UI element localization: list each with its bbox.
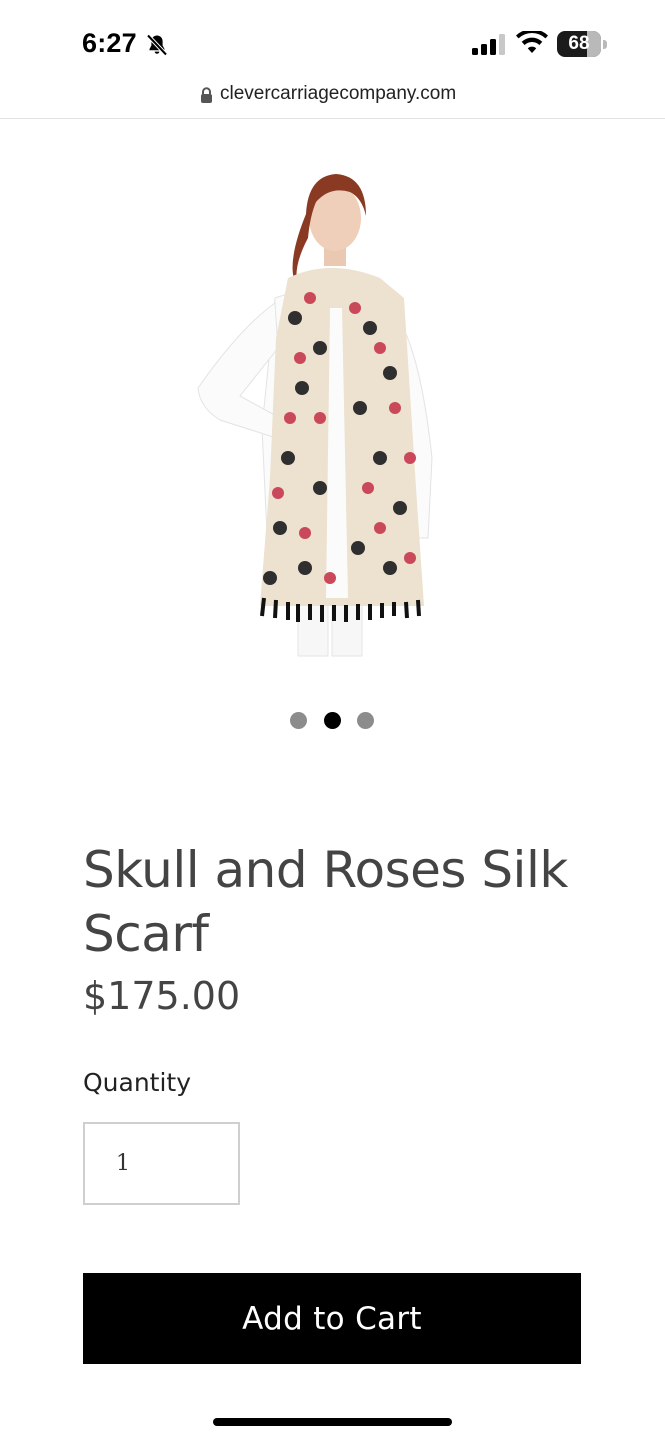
carousel-dot-3[interactable] [357, 712, 374, 729]
cellular-signal-icon [472, 34, 505, 55]
product-image[interactable] [180, 158, 480, 658]
status-bar: 6:27 68 [0, 0, 665, 80]
product-price: $175.00 [83, 974, 241, 1018]
browser-url-bar[interactable]: clevercarriagecompany.com [0, 80, 665, 119]
url-text: clevercarriagecompany.com [220, 83, 457, 104]
add-to-cart-button[interactable]: Add to Cart [83, 1273, 581, 1364]
product-page: 6:27 68 clevercarriagecompany.com Skull … [0, 0, 665, 1440]
battery-level: 68 [568, 33, 590, 54]
home-indicator[interactable] [213, 1418, 452, 1426]
status-time: 6:27 [82, 28, 137, 58]
quantity-input[interactable] [83, 1122, 240, 1205]
quantity-label: Quantity [83, 1068, 192, 1097]
battery-indicator: 68 [557, 31, 609, 59]
carousel-dot-2[interactable] [324, 712, 341, 729]
battery-icon: 68 [557, 31, 601, 57]
wifi-icon [516, 31, 548, 53]
lock-icon [201, 87, 212, 103]
carousel-dot-1[interactable] [290, 712, 307, 729]
bell-off-icon [146, 34, 168, 56]
product-title: Skull and Roses Silk Scarf [83, 841, 568, 963]
carousel-dots [290, 712, 380, 732]
